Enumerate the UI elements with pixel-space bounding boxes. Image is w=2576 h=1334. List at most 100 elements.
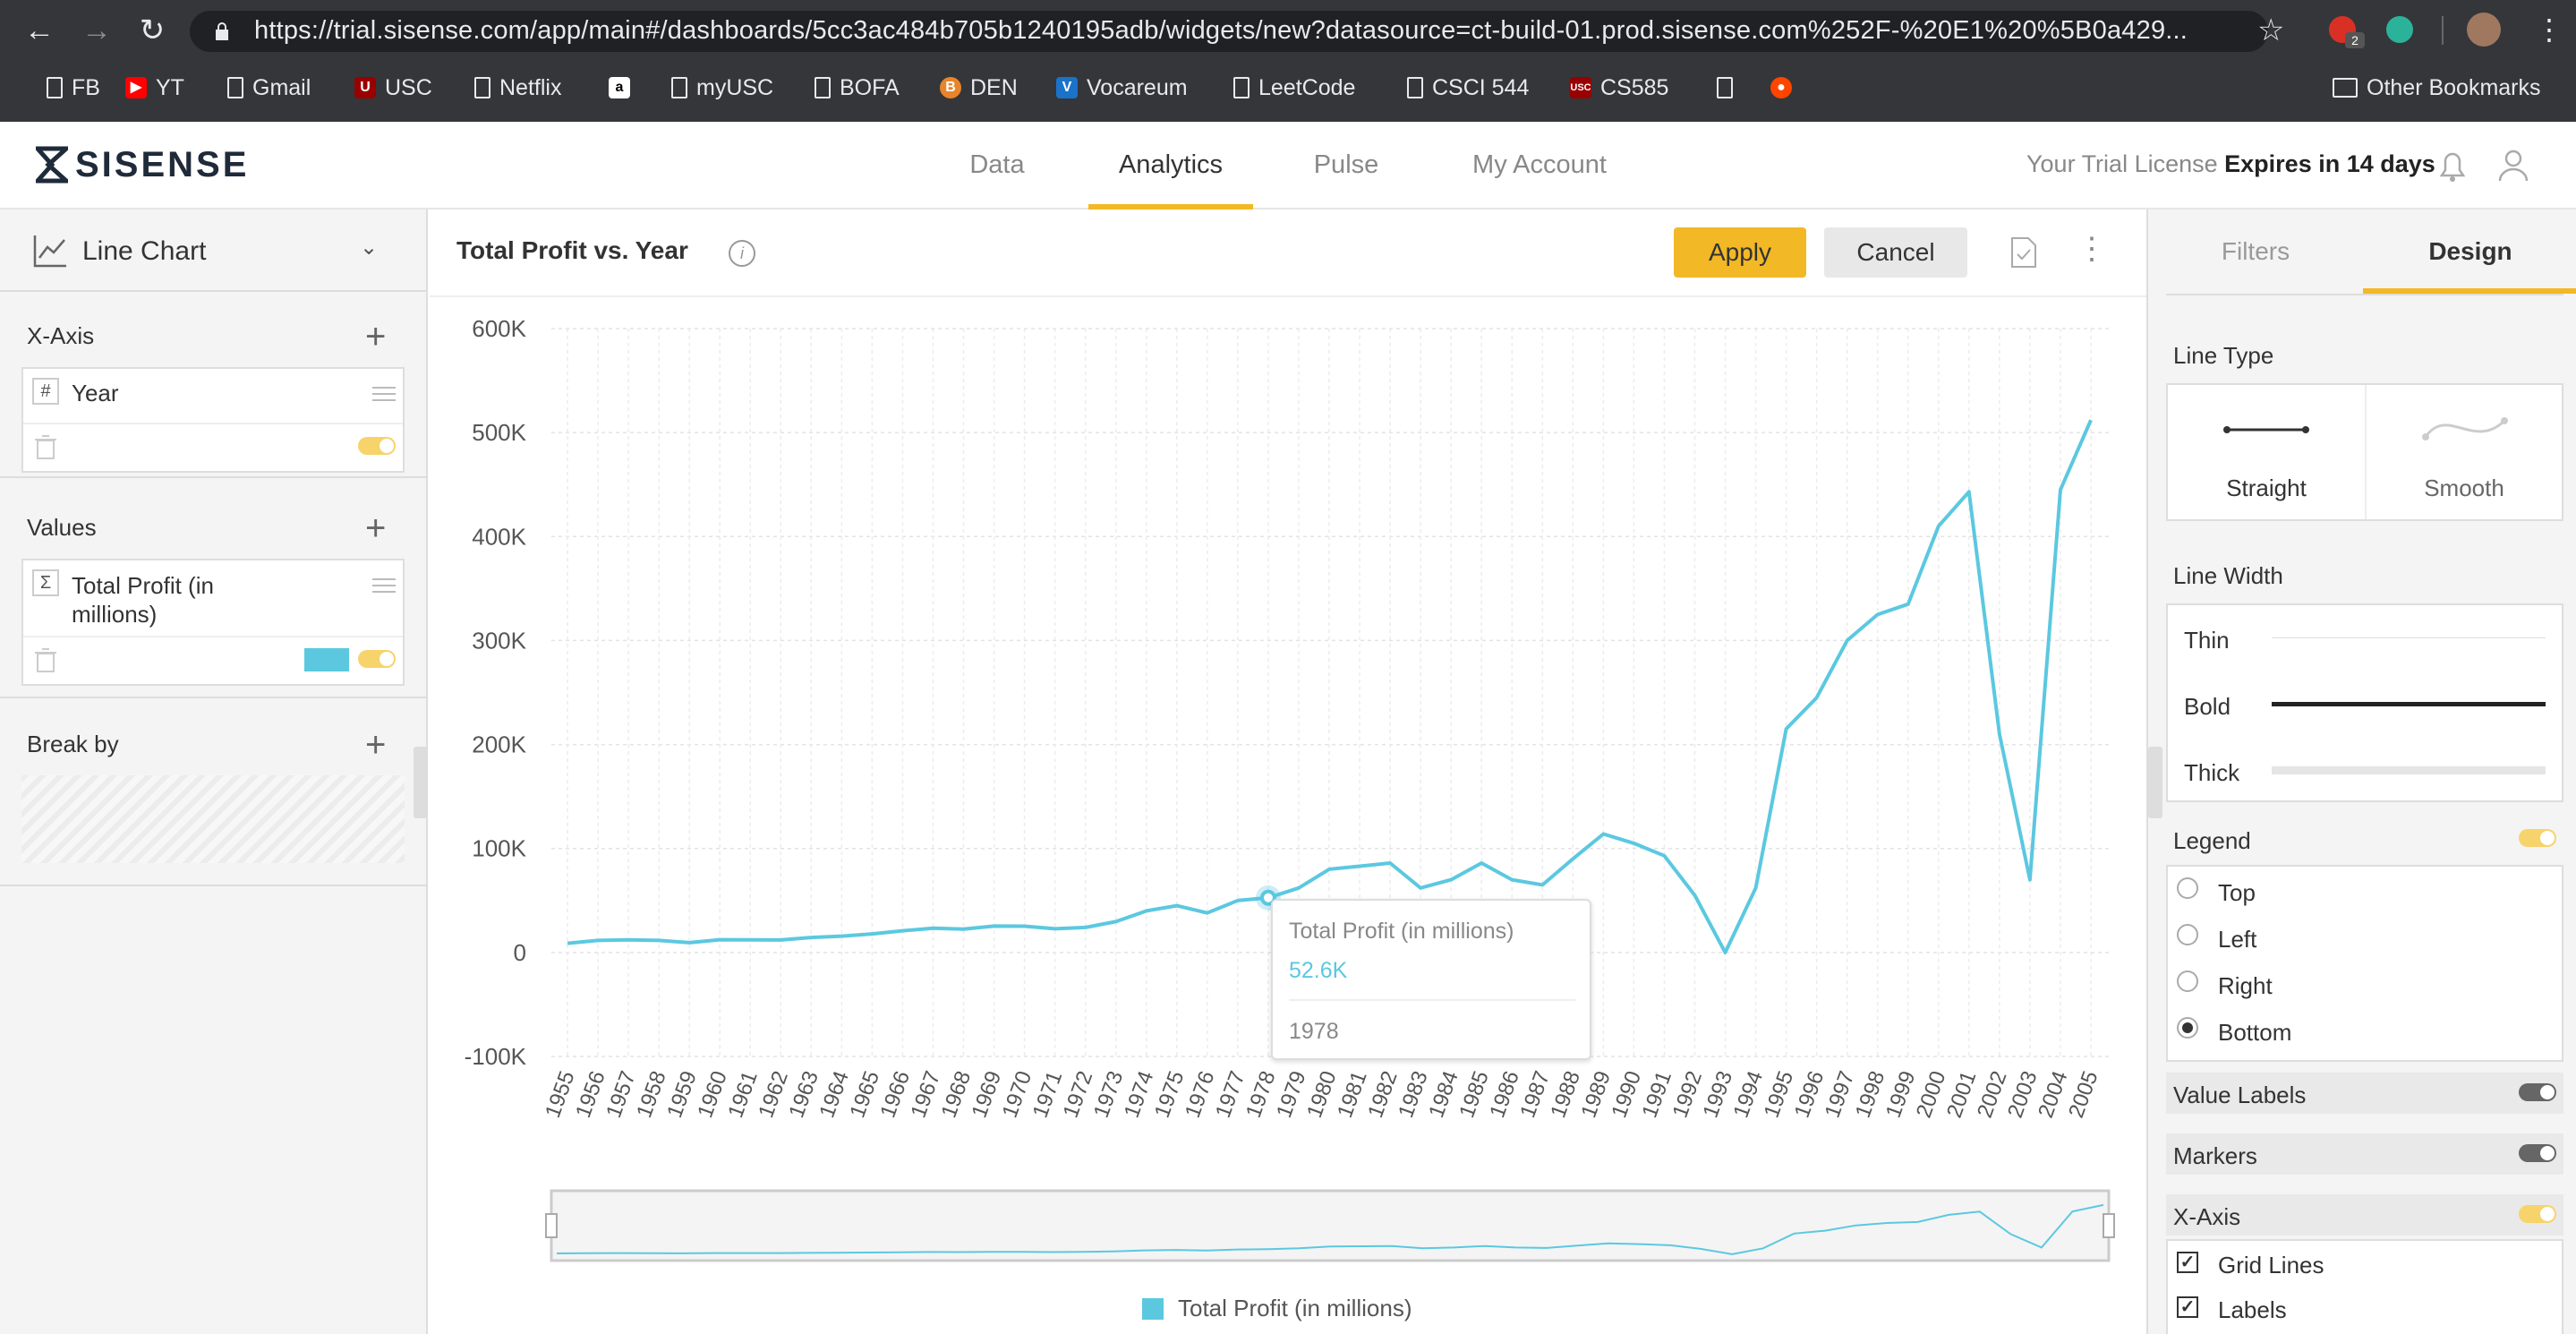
nav-my-account[interactable]: My Account <box>1459 122 1620 208</box>
add-breakby-icon[interactable]: + <box>365 727 386 763</box>
xaxis-field-card[interactable]: # Year <box>21 367 405 473</box>
markers-section[interactable]: Markers <box>2166 1133 2563 1175</box>
markers-toggle[interactable] <box>2519 1144 2556 1162</box>
divider <box>0 697 426 698</box>
panel-collapse-handle[interactable] <box>414 747 428 818</box>
bold-line-sample <box>2272 702 2546 706</box>
xaxis-field-name: Year <box>72 380 119 406</box>
nav-analytics[interactable]: Analytics <box>1088 122 1253 210</box>
series-line-total-profit <box>567 419 2093 954</box>
more-options-icon[interactable]: ⋮ <box>2077 231 2107 267</box>
straight-line-icon <box>2223 426 2309 433</box>
radio-right[interactable] <box>2177 971 2198 992</box>
labels-checkbox[interactable]: ✓ <box>2177 1296 2198 1318</box>
breakby-section-title: Break by <box>27 731 119 757</box>
xaxis-toggle[interactable] <box>2519 1205 2556 1223</box>
tab-design[interactable]: Design <box>2363 210 2576 294</box>
menu-icon[interactable]: ⋮ <box>2535 13 2563 47</box>
bookmark-usc[interactable]: U USC <box>354 72 432 104</box>
line-type-straight[interactable]: Straight <box>2168 385 2365 519</box>
bookmark-vocareum[interactable]: V Vocareum <box>1056 72 1188 104</box>
bookmark-fb[interactable]: FB <box>47 72 100 104</box>
legend-left-option[interactable]: Left <box>2168 913 2562 960</box>
bookmark-leetcode[interactable]: LeetCode <box>1233 72 1355 104</box>
widget-file-icon[interactable] <box>2010 236 2037 269</box>
bookmark-bofa[interactable]: BOFA <box>815 72 900 104</box>
profile-avatar[interactable] <box>2467 13 2501 47</box>
sisense-logo[interactable]: SISENSE <box>36 145 249 184</box>
bookmark-amazon[interactable]: a <box>609 72 630 104</box>
extension-m-icon[interactable] <box>2386 16 2413 43</box>
radio-top[interactable] <box>2177 877 2198 899</box>
tooltip-category: 1978 <box>1289 1019 1339 1044</box>
page-icon <box>227 77 243 98</box>
line-type-smooth[interactable]: Smooth <box>2367 385 2562 519</box>
license-info[interactable]: Your Trial License Expires in 14 days <box>2026 150 2435 178</box>
chart-type-label: Line Chart <box>82 236 207 266</box>
xaxis-design-section[interactable]: X-Axis <box>2166 1194 2563 1236</box>
chart-legend[interactable]: Total Profit (in millions) <box>1142 1295 1412 1322</box>
values-field-card[interactable]: Σ Total Profit (in millions) <box>21 559 405 686</box>
legend-top-option[interactable]: Top <box>2168 867 2562 913</box>
url-text[interactable]: https://trial.sisense.com/app/main#/dash… <box>254 16 2188 46</box>
bell-icon[interactable] <box>2436 149 2469 189</box>
nav-data[interactable]: Data <box>949 122 1045 208</box>
series-color-swatch[interactable] <box>304 648 349 671</box>
other-bookmarks[interactable]: Other Bookmarks <box>2333 72 2541 104</box>
trash-icon[interactable] <box>34 433 57 460</box>
legend-toggle[interactable] <box>2519 829 2556 847</box>
bookmark-netflix[interactable]: Netflix <box>474 72 561 104</box>
add-xaxis-icon[interactable]: + <box>365 319 386 355</box>
bookmark-yt[interactable]: ▶ YT <box>125 72 184 104</box>
line-width-thick[interactable]: Thick <box>2168 736 2562 800</box>
user-icon[interactable] <box>2495 147 2531 187</box>
apply-button[interactable]: Apply <box>1674 227 1806 278</box>
radio-bottom[interactable] <box>2177 1017 2198 1039</box>
back-icon[interactable]: ← <box>21 13 57 48</box>
bookmark-blank[interactable] <box>1717 72 1733 104</box>
widget-title[interactable]: Total Profit vs. Year <box>456 236 688 265</box>
chart-type-selector[interactable]: Line Chart ⌄ <box>0 210 426 292</box>
tooltip-value: 52.6K <box>1289 958 1348 983</box>
radio-left[interactable] <box>2177 924 2198 945</box>
line-chart[interactable]: -100K 0 100K 200K 300K 400K 500K 600K 195519561… <box>430 297 2146 1334</box>
y-tick-label: 600K <box>472 315 526 342</box>
legend-right-option[interactable]: Right <box>2168 960 2562 1006</box>
divider <box>0 476 426 478</box>
tab-filters[interactable]: Filters <box>2148 210 2363 294</box>
labels-option[interactable]: ✓ Labels <box>2168 1286 2562 1330</box>
line-width-bold[interactable]: Bold <box>2168 670 2562 736</box>
value-labels-section[interactable]: Value Labels <box>2166 1073 2563 1114</box>
star-icon[interactable]: ☆ <box>2257 13 2284 48</box>
xaxis-field-toggle[interactable] <box>358 437 396 455</box>
bookmark-myusc[interactable]: myUSC <box>671 72 773 104</box>
drag-handle-icon[interactable] <box>372 387 396 401</box>
value-labels-toggle[interactable] <box>2519 1083 2556 1101</box>
panel-collapse-handle[interactable] <box>2148 747 2162 818</box>
bookmark-gmail[interactable]: Gmail <box>227 72 311 104</box>
y-tick-label: 500K <box>472 419 526 446</box>
add-value-icon[interactable]: + <box>365 510 386 546</box>
legend-position-options: Top Left Right Bottom <box>2166 865 2563 1062</box>
line-type-title: Line Type <box>2173 342 2274 369</box>
gridlines-option[interactable]: ✓ Grid Lines <box>2168 1241 2562 1286</box>
forward-icon[interactable]: → <box>79 13 115 48</box>
drag-handle-icon[interactable] <box>372 578 396 593</box>
line-width-thin[interactable]: Thin <box>2168 605 2562 670</box>
bookmark-csci544[interactable]: CSCI 544 <box>1407 72 1529 104</box>
gridlines-checkbox[interactable]: ✓ <box>2177 1252 2198 1273</box>
info-icon[interactable]: i <box>729 240 755 267</box>
reload-icon[interactable]: ↻ <box>134 13 170 48</box>
bookmark-den[interactable]: B DEN <box>940 72 1018 104</box>
usc-icon: U <box>354 77 376 98</box>
legend-bottom-option[interactable]: Bottom <box>2168 1006 2562 1053</box>
bookmark-cs585[interactable]: USC CS585 <box>1570 72 1668 104</box>
nav-pulse[interactable]: Pulse <box>1300 122 1393 208</box>
value-field-toggle[interactable] <box>358 650 396 668</box>
bookmark-reddit[interactable]: ● <box>1770 72 1792 104</box>
trash-icon[interactable] <box>34 646 57 673</box>
cancel-button[interactable]: Cancel <box>1824 227 1967 278</box>
widget-header: Total Profit vs. Year i Apply Cancel ⋮ <box>430 210 2146 297</box>
breakby-dropzone[interactable] <box>21 775 405 863</box>
line-chart-icon <box>33 235 66 268</box>
